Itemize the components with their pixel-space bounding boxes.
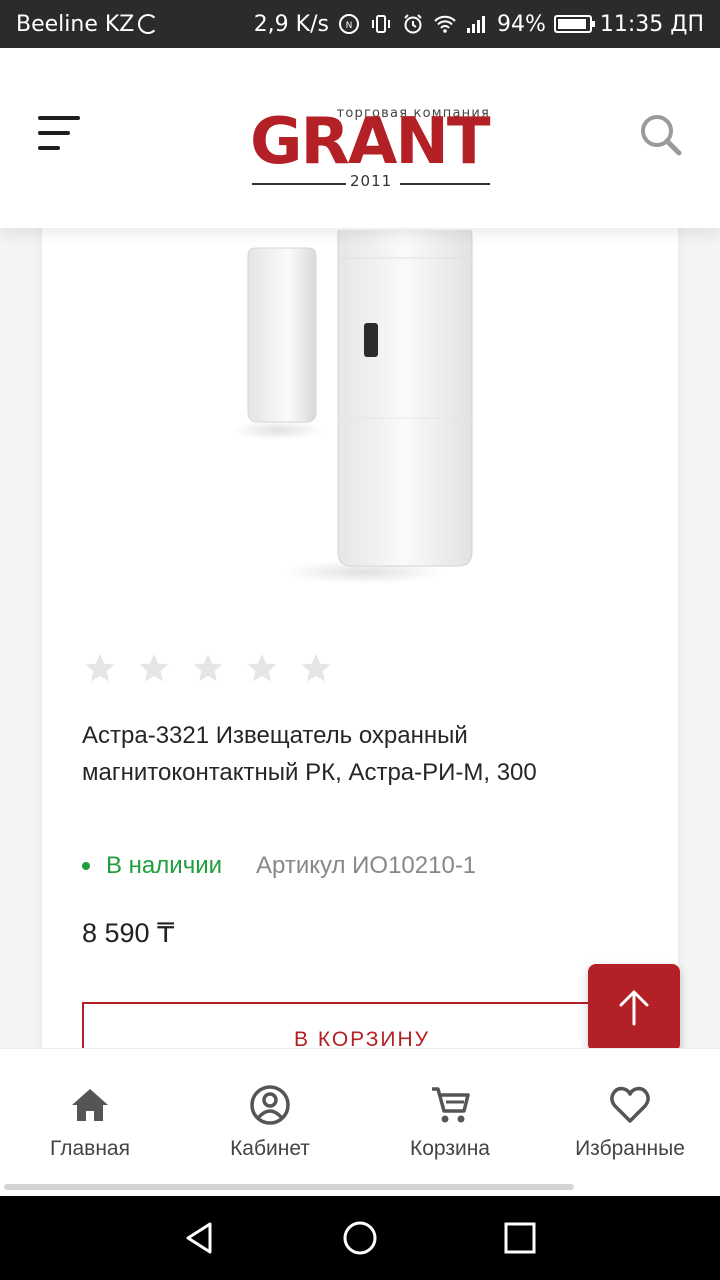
star-icon[interactable] — [138, 652, 170, 684]
nav-label-account: Кабинет — [230, 1137, 310, 1160]
system-navigation-bar — [0, 1196, 720, 1280]
loading-icon — [138, 14, 159, 34]
logo-wordmark: GRANT — [250, 105, 491, 179]
logo-rule-right — [400, 183, 490, 185]
heart-icon — [610, 1086, 650, 1123]
search-icon[interactable] — [638, 112, 684, 158]
product-price: 8 590 ₸ — [82, 918, 175, 948]
star-icon[interactable] — [84, 652, 116, 684]
page: Beeline KZ 2,9 K/s N 94% 11:35 ДП Астра-… — [0, 0, 720, 1280]
availability-row: В наличии Артикул ИО10210-1 — [82, 852, 476, 880]
battery-percent: 94% — [496, 11, 546, 37]
battery-icon — [553, 15, 595, 33]
cart-icon — [432, 1087, 470, 1123]
wifi-icon — [433, 12, 457, 36]
rating-stars[interactable] — [84, 652, 332, 684]
scroll-to-top-button[interactable] — [588, 964, 680, 1052]
nav-item-home[interactable]: Главная — [0, 1049, 180, 1169]
nav-item-account[interactable]: Кабинет — [180, 1049, 360, 1169]
svg-text:N: N — [346, 21, 353, 31]
vibrate-icon — [369, 12, 393, 36]
nav-item-favorites[interactable]: Избранные — [540, 1049, 720, 1169]
scrollbar-thumb[interactable] — [4, 1184, 574, 1190]
horizontal-scrollbar[interactable] — [0, 1183, 720, 1191]
clock: 11:35 ДП — [599, 11, 704, 37]
door-magnetic-sensor-image[interactable] — [138, 225, 578, 610]
product-card[interactable]: Астра-3321 Извещатель охранный магнитоко… — [42, 180, 678, 1080]
home-circle-icon[interactable] — [340, 1218, 380, 1258]
status-bar: Beeline KZ 2,9 K/s N 94% 11:35 ДП — [0, 0, 720, 48]
menu-icon[interactable] — [38, 116, 82, 156]
carrier-label: Beeline KZ — [16, 11, 135, 37]
nfc-icon: N — [337, 12, 361, 36]
recents-icon[interactable] — [500, 1218, 540, 1258]
grant-logo[interactable]: торговая компания GRANT 2011 — [248, 106, 496, 190]
arrow-up-icon — [619, 990, 649, 1026]
star-icon[interactable] — [246, 652, 278, 684]
product-sku: Артикул ИО10210-1 — [256, 852, 477, 879]
in-stock-dot-icon — [82, 862, 90, 870]
logo-rule-left — [252, 183, 346, 185]
availability-status: В наличии — [106, 852, 223, 879]
signal-icon — [465, 12, 489, 36]
star-icon[interactable] — [300, 652, 332, 684]
star-icon[interactable] — [192, 652, 224, 684]
back-icon[interactable] — [180, 1218, 220, 1258]
account-icon — [250, 1085, 290, 1125]
alarm-icon — [401, 12, 425, 36]
nav-label-favorites: Избранные — [575, 1137, 685, 1160]
nav-item-cart[interactable]: Корзина — [360, 1049, 540, 1169]
network-speed: 2,9 K/s — [253, 11, 329, 37]
bottom-navigation: Главная Кабинет Корзина Избранные — [0, 1048, 720, 1196]
nav-label-cart: Корзина — [410, 1137, 490, 1160]
logo-year: 2011 — [350, 172, 393, 190]
product-title[interactable]: Астра-3321 Извещатель охранный магнитоко… — [82, 717, 622, 799]
nav-label-home: Главная — [50, 1137, 130, 1160]
site-header: торговая компания GRANT 2011 — [0, 48, 720, 228]
home-icon — [72, 1089, 108, 1121]
